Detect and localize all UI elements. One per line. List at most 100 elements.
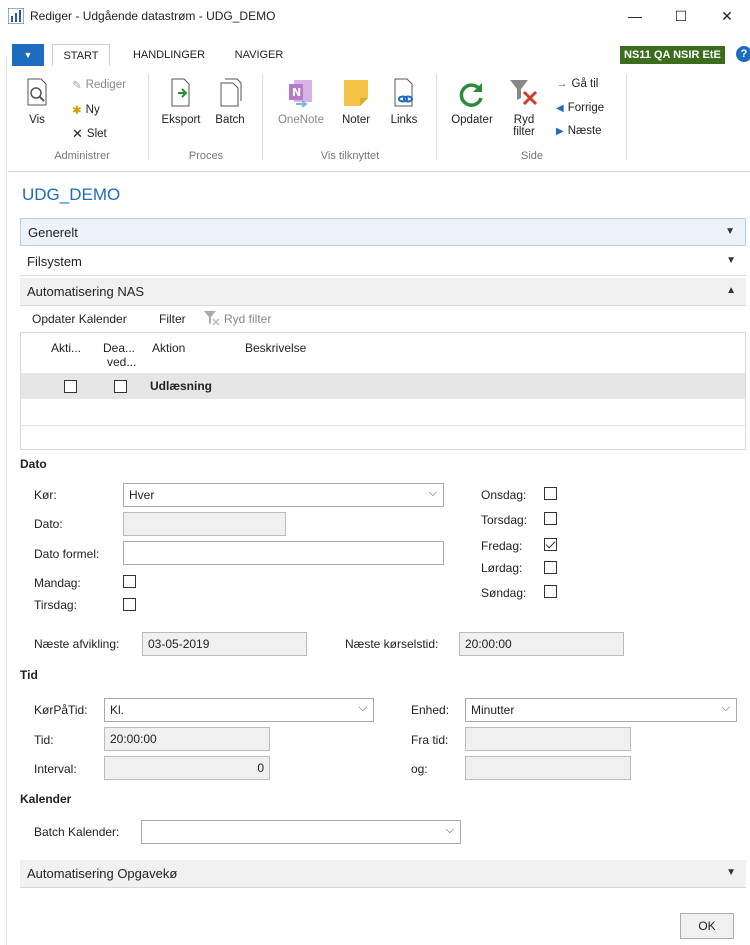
- enhed-value: Minutter: [471, 703, 515, 717]
- loerdag-checkbox[interactable]: [544, 561, 557, 574]
- application-menu-button[interactable]: ▼: [12, 44, 44, 66]
- new-icon: ✱: [72, 105, 82, 117]
- aktion-cell[interactable]: Udlæsning: [150, 379, 212, 393]
- og-field[interactable]: [465, 756, 631, 780]
- batch-kalender-select[interactable]: ⌵: [141, 820, 461, 844]
- naeste-afvikling-label: Næste afvikling:: [34, 637, 120, 651]
- gaa-til-label: Gå til: [571, 78, 599, 90]
- forrige-button[interactable]: ◀ Forrige: [556, 102, 604, 114]
- slet-button[interactable]: ✕ Slet: [72, 126, 107, 142]
- link-icon: [394, 78, 413, 107]
- fredag-checkbox[interactable]: [544, 538, 557, 551]
- koer-label: Kør:: [34, 488, 57, 502]
- help-icon[interactable]: ?: [736, 46, 750, 62]
- batch-icon: [220, 78, 242, 107]
- chevron-down-icon: ⌵: [445, 824, 454, 836]
- naeste-koerselstid-field[interactable]: 20:00:00: [459, 632, 624, 656]
- dato-formel-label: Dato formel:: [34, 547, 100, 561]
- dato-field[interactable]: [123, 512, 286, 536]
- fredag-label: Fredag:: [481, 539, 523, 553]
- rediger-label: Rediger: [85, 79, 126, 91]
- maximize-button[interactable]: ☐: [658, 0, 704, 32]
- naeste-button[interactable]: ▶ Næste: [556, 125, 602, 137]
- column-header-beskrivelse[interactable]: Beskrivelse: [245, 341, 306, 355]
- fasttab-generelt[interactable]: Generelt ▼: [20, 218, 746, 246]
- chevron-down-icon: ▼: [726, 867, 736, 878]
- onenote-label: OneNote: [277, 114, 325, 126]
- close-button[interactable]: ✕: [704, 0, 750, 32]
- og-label: og:: [411, 762, 428, 776]
- window-border: [6, 56, 7, 945]
- fra-tid-field[interactable]: [465, 727, 631, 751]
- tirsdag-checkbox[interactable]: [123, 598, 136, 611]
- ryd-filter-small-button[interactable]: Ryd filter: [224, 312, 271, 326]
- tirsdag-label: Tirsdag:: [34, 598, 77, 612]
- minimize-button[interactable]: —: [612, 0, 658, 32]
- pencil-icon: ✎: [72, 80, 82, 92]
- koerpaatid-select[interactable]: Kl. ⌵: [104, 698, 374, 722]
- fasttab-label: Filsystem: [27, 254, 82, 269]
- vis-label: Vis: [29, 114, 45, 126]
- aktiv-checkbox[interactable]: [64, 380, 77, 393]
- svg-text:N: N: [292, 86, 301, 99]
- delete-icon: ✕: [72, 126, 83, 141]
- enhed-select[interactable]: Minutter ⌵: [465, 698, 737, 722]
- fasttab-automatisering-opgavekoe[interactable]: Automatisering Opgavekø ▼: [20, 860, 746, 888]
- fasttab-label: Generelt: [28, 225, 78, 240]
- batch-kalender-label: Batch Kalender:: [34, 825, 120, 839]
- loerdag-label: Lørdag:: [481, 561, 523, 575]
- column-header-aktion[interactable]: Aktion: [152, 341, 185, 355]
- tab-start[interactable]: START: [52, 44, 110, 66]
- title-bar: Rediger - Udgående datastrøm - UDG_DEMO …: [0, 0, 750, 32]
- fasttab-label: Automatisering NAS: [27, 284, 145, 299]
- column-header-aktiv[interactable]: Akti...: [51, 341, 81, 355]
- column-header-deaktiveret[interactable]: Dea...: [103, 341, 135, 355]
- dato-label: Dato:: [34, 517, 63, 531]
- interval-field[interactable]: 0: [104, 756, 270, 780]
- table-row[interactable]: Udlæsning: [21, 373, 745, 399]
- tab-handlinger[interactable]: HANDLINGER: [122, 44, 216, 66]
- export-icon: [171, 78, 190, 107]
- group-label-proces: Proces: [188, 150, 224, 162]
- ny-button[interactable]: ✱ Ny: [72, 103, 100, 117]
- group-separator: [626, 74, 627, 160]
- opdater-label: Opdater: [451, 114, 493, 126]
- torsdag-checkbox[interactable]: [544, 512, 557, 525]
- group-separator: [436, 74, 437, 160]
- tid-field[interactable]: 20:00:00: [104, 727, 270, 751]
- eksport-label: Eksport: [161, 114, 201, 126]
- chevron-up-icon: ▲: [726, 285, 736, 296]
- refresh-icon: [459, 83, 483, 107]
- koer-select[interactable]: Hver ⌵: [123, 483, 444, 507]
- soendag-checkbox[interactable]: [544, 585, 557, 598]
- forrige-label: Forrige: [567, 102, 605, 114]
- dato-formel-field[interactable]: [123, 541, 444, 565]
- group-label-side: Side: [520, 150, 544, 162]
- chevron-down-icon: ⌵: [721, 702, 730, 714]
- group-label-vis-tilknyttet: Vis tilknyttet: [320, 150, 380, 162]
- mandag-checkbox[interactable]: [123, 575, 136, 588]
- chevron-down-icon: ⌵: [428, 487, 437, 499]
- clear-filter-small-icon: [203, 310, 221, 329]
- links-label: Links: [390, 114, 418, 126]
- fra-tid-label: Fra tid:: [411, 733, 449, 747]
- column-header-deaktiveret-sub: ved...: [107, 355, 137, 369]
- rediger-button[interactable]: ✎ Rediger: [72, 78, 126, 92]
- onsdag-checkbox[interactable]: [544, 487, 557, 500]
- company-badge[interactable]: NS11 QA NSIR EtE: [620, 46, 725, 64]
- deaktiveret-checkbox[interactable]: [114, 380, 127, 393]
- filter-button[interactable]: Filter: [159, 312, 186, 326]
- ok-button[interactable]: OK: [680, 913, 734, 939]
- gaa-til-button[interactable]: → Gå til: [556, 78, 598, 90]
- tab-naviger[interactable]: NAVIGER: [224, 44, 294, 66]
- chevron-down-icon: ▼: [726, 255, 736, 266]
- koerpaatid-value: Kl.: [110, 703, 125, 717]
- fasttab-filsystem[interactable]: Filsystem ▼: [20, 248, 746, 276]
- noter-label: Noter: [341, 114, 371, 126]
- ny-label: Ny: [85, 104, 100, 116]
- fasttab-automatisering-nas[interactable]: Automatisering NAS ▲: [20, 278, 746, 306]
- app-icon: [7, 7, 25, 25]
- opdater-kalender-button[interactable]: Opdater Kalender: [32, 312, 127, 326]
- naeste-afvikling-field[interactable]: 03-05-2019: [142, 632, 307, 656]
- clear-filter-icon: [510, 80, 538, 106]
